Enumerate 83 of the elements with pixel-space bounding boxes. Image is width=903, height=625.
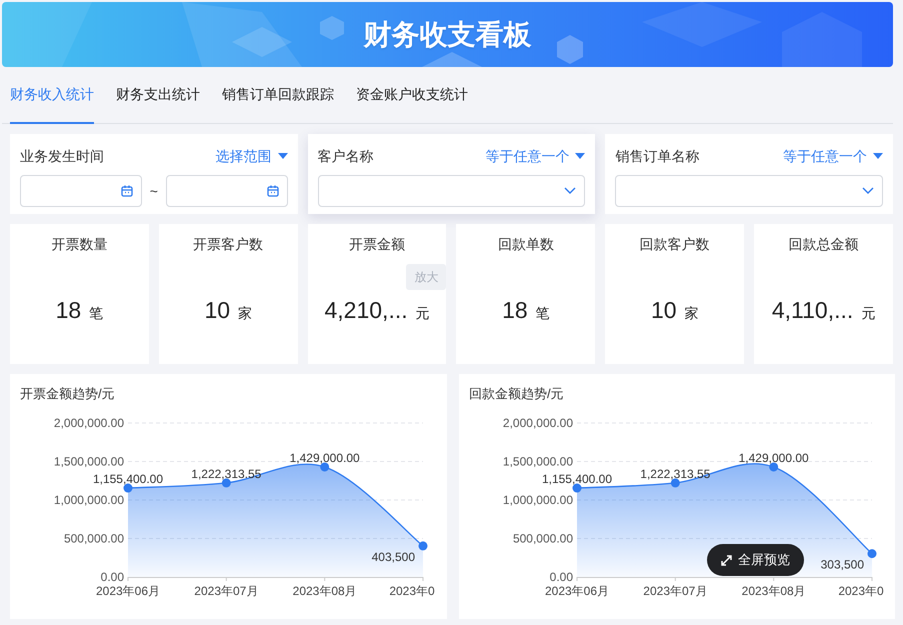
data-point: [868, 548, 876, 558]
dashboard-title: 财务收支看板: [364, 18, 532, 52]
axis-label: 2023年08月: [292, 584, 357, 598]
kpi-unit: 家: [684, 304, 699, 323]
decorative-shape: [557, 35, 583, 64]
data-label: 403,500: [372, 549, 415, 564]
data-point: [320, 462, 330, 471]
select-field[interactable]: [615, 175, 883, 207]
data-point: [222, 478, 231, 487]
kpi-unit: 笔: [536, 304, 550, 323]
axis-label: 0.00: [100, 570, 124, 584]
tab[interactable]: 财务收入统计: [10, 67, 94, 124]
kpi-title: 开票客户数: [193, 235, 264, 254]
kpi-value: 10: [204, 296, 230, 325]
filter-label: 客户名称: [318, 147, 374, 166]
data-point: [124, 483, 132, 492]
caret-icon: [575, 153, 586, 160]
axis-label: 1,500,000.00: [54, 454, 124, 468]
kpi-value: 10: [650, 296, 677, 325]
operator-dropdown[interactable]: 等于任意一个: [485, 146, 586, 167]
axis-label: 1,000,000.00: [502, 492, 573, 506]
kpi-value: 18: [56, 296, 82, 325]
caret-icon: [278, 153, 288, 160]
data-label: 1,155,400.00: [542, 472, 612, 486]
kpi-unit: 元: [861, 304, 876, 323]
axis-label: 2023年0: [838, 584, 884, 598]
chevron-down-icon: [862, 187, 874, 195]
axis-label: 2023年08月: [742, 584, 806, 598]
kpi-value: 4,210,...: [324, 296, 408, 325]
kpi-value: 4,110,...: [772, 296, 854, 325]
select-field[interactable]: [318, 175, 586, 207]
data-label: 1,429,000.00: [290, 450, 360, 464]
axis-label: 2023年07月: [643, 584, 708, 598]
data-label: 303,500: [820, 557, 864, 572]
data-point: [572, 483, 582, 492]
expand-icon: [721, 554, 732, 566]
kpi-title: 回款客户数: [640, 235, 710, 254]
data-label: 1,222,313.55: [191, 466, 262, 480]
kpi-unit: 元: [416, 304, 430, 323]
kpi-unit: 家: [238, 304, 252, 323]
axis-label: 2023年06月: [544, 584, 610, 598]
filter-label: 销售订单名称: [615, 147, 700, 166]
data-point: [769, 462, 778, 471]
kpi-title: 回款总金额: [788, 235, 859, 254]
axis-label: 0.00: [550, 570, 573, 584]
decorative-shape: [320, 16, 344, 40]
range-separator: ~: [150, 182, 158, 200]
kpi-unit: 笔: [89, 304, 104, 323]
kpi-title: 开票数量: [51, 235, 108, 254]
kpi-title: 回款单数: [498, 235, 554, 254]
chevron-down-icon: [564, 187, 576, 195]
data-label: 1,222,313.55: [640, 466, 710, 480]
caret-icon: [872, 153, 883, 160]
calendar-icon: [120, 185, 133, 197]
axis-label: 2023年06月: [96, 584, 160, 598]
data-label: 1,429,000.00: [738, 450, 809, 464]
axis-label: 2023年0: [389, 584, 435, 598]
axis-label: 2023年07月: [194, 584, 258, 598]
data-label: 1,155,400.00: [92, 472, 164, 486]
date-field[interactable]: [20, 175, 142, 207]
axis-label: 500,000.00: [64, 531, 124, 545]
tab[interactable]: 销售订单回款跟踪: [222, 67, 334, 124]
data-point: [670, 478, 680, 487]
tab[interactable]: 财务支出统计: [116, 67, 200, 124]
axis-label: 1,500,000.00: [502, 454, 573, 468]
axis-label: 1,000,000.00: [54, 492, 124, 506]
axis-label: 500,000.00: [512, 531, 573, 545]
operator-dropdown[interactable]: 选择范围: [216, 146, 288, 167]
data-point: [418, 540, 428, 550]
operator-dropdown[interactable]: 等于任意一个: [782, 146, 883, 167]
axis-label: 2,000,000.00: [502, 416, 573, 430]
calendar-icon: [266, 185, 279, 197]
date-field[interactable]: [166, 175, 288, 207]
filter-label: 业务发生时间: [20, 147, 104, 166]
fullscreen-button[interactable]: 全屏预览: [707, 544, 804, 576]
kpi-value: 18: [502, 296, 528, 325]
tooltip: 放大: [406, 264, 446, 290]
tab[interactable]: 资金账户收支统计: [356, 67, 468, 124]
kpi-title: 开票金额: [349, 235, 406, 254]
chart-title: 开票金额趋势/元: [20, 385, 116, 403]
axis-label: 2,000,000.00: [54, 416, 124, 430]
chart-title: 回款金额趋势/元: [469, 385, 565, 403]
decorative-shape: [422, 52, 482, 67]
